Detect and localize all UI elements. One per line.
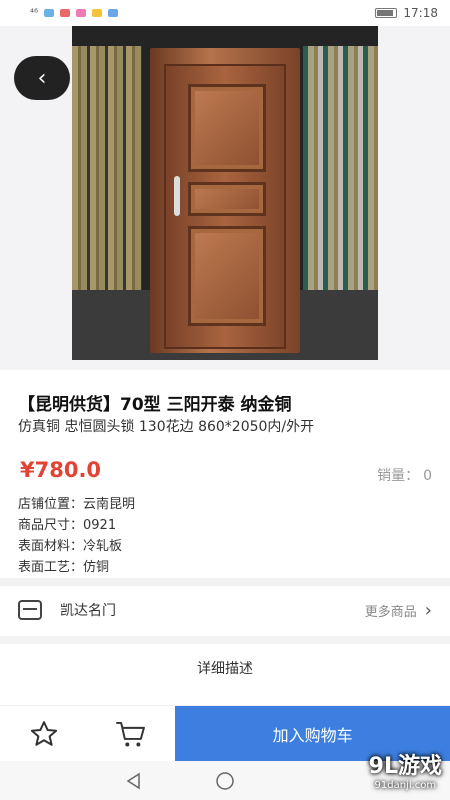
favorite-button[interactable] <box>0 706 88 761</box>
attribute-value: 冷轧板 <box>83 539 123 554</box>
door-panel <box>188 84 266 172</box>
product-price: ¥780.0 <box>20 458 102 482</box>
product-attributes: 店铺位置：云南昆明 商品尺寸：0921 表面材料：冷轧板 表面工艺：仿铜 <box>18 494 135 578</box>
attribute-value: 云南昆明 <box>83 497 136 512</box>
watermark-url: 91danji.com <box>374 780 437 791</box>
product-image-carousel[interactable]: ‹ <box>0 26 450 370</box>
shop-row[interactable]: 凯达名门 更多商品 › <box>0 586 450 634</box>
product-subtitle: 仿真铜 忠恒圆头锁 130花边 860*2050内/外开 <box>18 419 315 435</box>
attribute-row: 表面材料：冷轧板 <box>18 536 135 557</box>
back-button[interactable]: ‹ <box>14 56 70 100</box>
more-products-label: 更多商品 <box>364 604 417 620</box>
background-shelf <box>72 46 142 296</box>
product-image <box>72 26 378 360</box>
notification-icon <box>76 9 87 17</box>
attribute-row: 店铺位置：云南昆明 <box>18 494 135 515</box>
shop-name: 凯达名门 <box>60 603 116 619</box>
chevron-right-icon: › <box>424 599 432 621</box>
attribute-value: 仿铜 <box>83 560 110 575</box>
star-icon <box>30 720 57 746</box>
attribute-value: 0921 <box>83 518 117 533</box>
status-icons: ⁴⁶ <box>30 7 119 19</box>
chevron-left-icon: ‹ <box>37 65 47 91</box>
more-products-link[interactable]: 更多商品 › <box>365 600 432 621</box>
cart-icon <box>116 721 146 746</box>
attribute-label: 表面材料： <box>18 539 84 554</box>
attribute-label: 店铺位置： <box>18 497 84 512</box>
watermark-logo: 9L游戏 91danji.com <box>369 748 442 791</box>
circle-home-icon[interactable] <box>214 770 236 792</box>
status-right: 17:18 <box>375 6 438 20</box>
product-title: 【昆明供货】70型 三阳开泰 纳金铜 <box>18 395 292 415</box>
attribute-row: 商品尺寸：0921 <box>18 515 135 536</box>
notification-icon <box>60 9 71 17</box>
background-shelf <box>303 46 378 326</box>
door-panel <box>188 182 266 216</box>
sales-count: 销量： 0 <box>373 465 432 485</box>
wifi-icon <box>44 9 55 17</box>
shop-icon <box>18 600 42 620</box>
attribute-label: 表面工艺： <box>18 560 84 575</box>
clock: 17:18 <box>403 6 438 20</box>
cart-button[interactable] <box>88 706 176 761</box>
door-panel <box>188 226 266 326</box>
notification-icon <box>108 9 119 17</box>
door-handle <box>174 176 180 216</box>
triangle-back-icon[interactable] <box>124 771 144 791</box>
notification-icon <box>92 9 103 17</box>
divider <box>0 636 450 644</box>
sales-value: 0 <box>423 468 432 484</box>
door <box>164 64 286 349</box>
status-bar: ⁴⁶ 17:18 <box>0 0 450 26</box>
attribute-row: 表面工艺：仿铜 <box>18 557 135 578</box>
battery-icon <box>375 8 398 18</box>
divider <box>0 578 450 586</box>
detail-description-header[interactable]: 详细描述 <box>0 648 450 688</box>
signal-icon: ⁴⁶ <box>30 7 39 19</box>
sales-label: 销量： <box>377 468 420 484</box>
attribute-label: 商品尺寸： <box>18 518 84 533</box>
watermark-text: 9L游戏 <box>368 754 442 779</box>
